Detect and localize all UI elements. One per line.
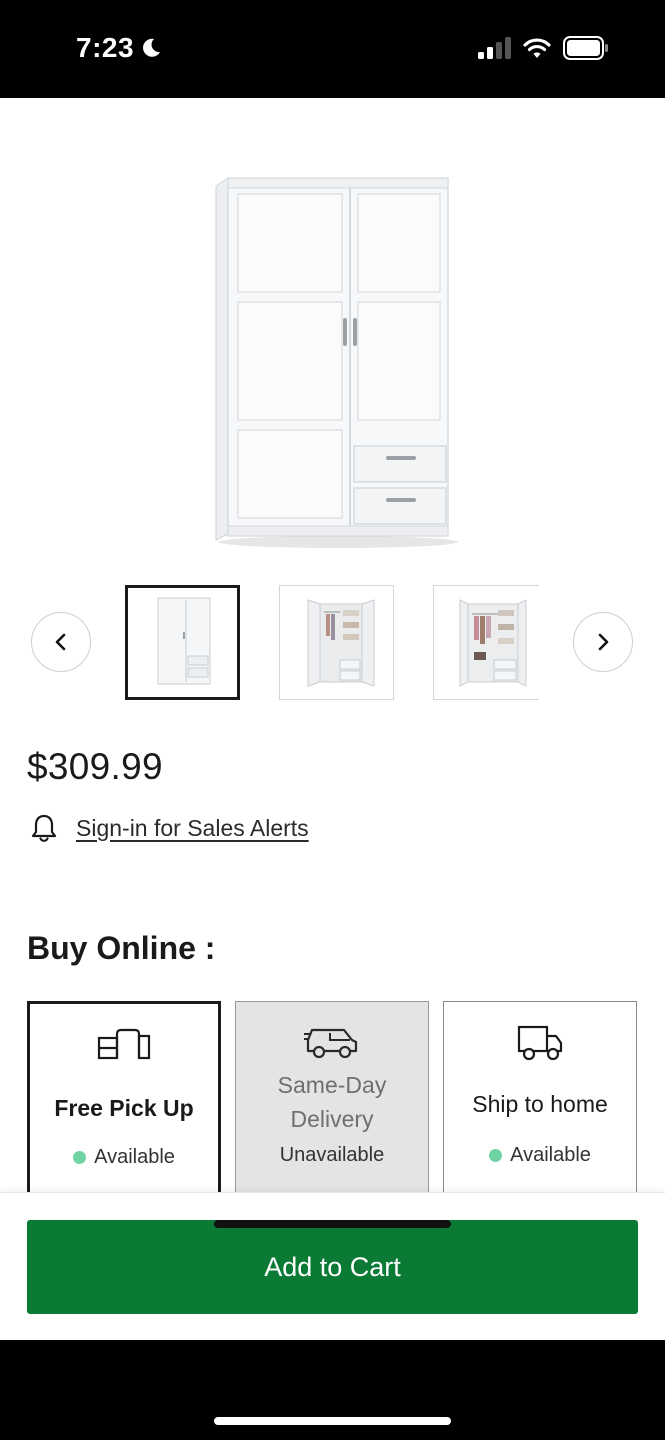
thumbnail-1[interactable] bbox=[125, 585, 240, 700]
available-dot-icon bbox=[489, 1149, 503, 1162]
option-status-text: Available bbox=[510, 1144, 591, 1166]
carousel-next-button[interactable] bbox=[573, 612, 633, 672]
status-bar: 7:23 bbox=[0, 0, 665, 98]
product-price: $309.99 bbox=[27, 746, 163, 787]
thumbnail-interior-wardrobe bbox=[459, 599, 527, 687]
thumbnail-closed-wardrobe bbox=[157, 597, 211, 685]
status-time: 7:23 bbox=[76, 32, 162, 64]
buy-online-heading: Buy Online : bbox=[27, 930, 216, 966]
store-pickup-icon bbox=[97, 1028, 151, 1060]
battery-icon bbox=[563, 36, 608, 60]
bell-icon bbox=[31, 814, 57, 842]
chevron-left-icon bbox=[55, 633, 66, 651]
option-title: Same-Day Delivery bbox=[277, 1072, 387, 1132]
option-status-text: Available bbox=[94, 1146, 175, 1168]
sales-alerts-link[interactable]: Sign-in for Sales Alerts bbox=[76, 815, 309, 842]
thumbnail-3[interactable] bbox=[433, 585, 539, 700]
option-status: Available bbox=[444, 1144, 636, 1167]
thumbnail-2[interactable] bbox=[279, 585, 394, 700]
sales-alerts: Sign-in for Sales Alerts bbox=[30, 813, 309, 843]
option-status: Available bbox=[30, 1146, 218, 1169]
signal-icon bbox=[478, 37, 511, 59]
carousel-prev-button[interactable] bbox=[31, 612, 91, 672]
add-to-cart-button[interactable]: Add to Cart bbox=[27, 1220, 638, 1314]
delivery-van-icon bbox=[304, 1028, 358, 1059]
home-indicator-bottom[interactable] bbox=[214, 1417, 451, 1425]
option-ship-to-home[interactable]: Ship to home Available bbox=[443, 1001, 637, 1201]
wardrobe-image bbox=[215, 177, 458, 548]
bottom-action-bar: Add to Cart bbox=[0, 1192, 665, 1340]
moon-icon bbox=[143, 38, 161, 57]
wifi-icon bbox=[523, 38, 551, 58]
option-same-day-delivery[interactable]: Same-Day Delivery Unavailable bbox=[235, 1001, 429, 1201]
option-free-pick-up[interactable]: Free Pick Up Available bbox=[27, 1001, 221, 1201]
status-icons bbox=[477, 36, 609, 60]
available-dot-icon bbox=[73, 1151, 87, 1164]
thumbnail-carousel bbox=[0, 585, 665, 700]
product-screen: $309.99 Sign-in for Sales Alerts Buy Onl… bbox=[0, 98, 665, 1340]
home-indicator[interactable] bbox=[214, 1220, 451, 1228]
chevron-right-icon bbox=[598, 633, 609, 651]
truck-icon bbox=[517, 1025, 563, 1061]
option-title: Free Pick Up bbox=[54, 1095, 194, 1121]
clock-text: 7:23 bbox=[76, 32, 135, 63]
option-status-text: Unavailable bbox=[279, 1144, 385, 1166]
option-status: Unavailable bbox=[236, 1144, 428, 1167]
option-title: Ship to home bbox=[472, 1091, 608, 1117]
thumbnail-open-wardrobe bbox=[307, 599, 375, 687]
product-main-image[interactable] bbox=[190, 134, 475, 554]
